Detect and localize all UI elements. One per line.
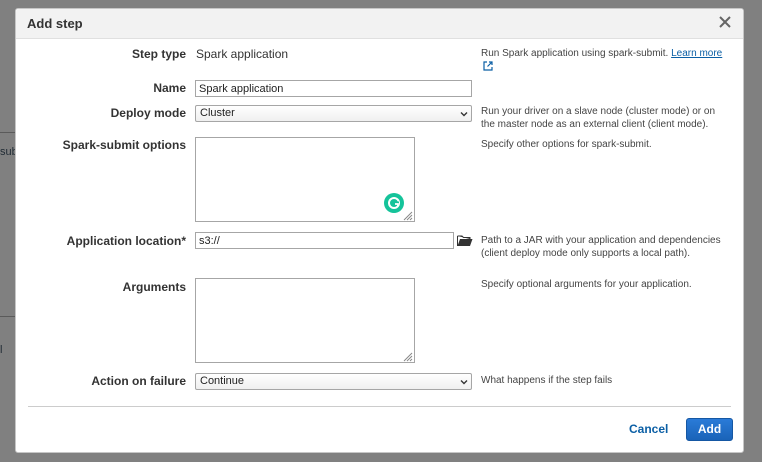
chevron-down-icon	[460, 109, 468, 117]
arguments-help: Specify optional arguments for your appl…	[481, 279, 692, 290]
name-input[interactable]	[195, 80, 472, 97]
dialog-header: Add step	[16, 9, 743, 39]
spark-submit-options-textarea[interactable]	[195, 137, 415, 222]
background-divider	[0, 132, 15, 133]
folder-icon[interactable]	[457, 234, 473, 247]
dialog-title: Add step	[27, 16, 83, 31]
deploy-mode-help: Run your driver on a slave node (cluster…	[481, 106, 716, 130]
step-type-help: Run Spark application using spark-submit…	[481, 47, 731, 75]
step-type-label: Step type	[131, 47, 186, 61]
external-link-icon[interactable]	[483, 61, 493, 75]
deploy-mode-selected: Cluster	[200, 107, 235, 119]
add-button[interactable]: Add	[686, 418, 733, 441]
action-on-failure-selected: Continue	[200, 375, 245, 387]
arguments-label: Arguments	[122, 280, 186, 294]
application-location-help: Path to a JAR with your application and …	[481, 235, 721, 259]
deploy-mode-label: Deploy mode	[110, 106, 186, 120]
resize-handle-icon[interactable]	[401, 208, 413, 221]
background-divider	[0, 316, 15, 317]
step-type-value: Spark application	[196, 47, 289, 61]
spark-submit-options-help: Specify other options for spark-submit.	[481, 139, 652, 150]
footer-divider	[28, 406, 731, 407]
deploy-mode-select[interactable]: Cluster	[195, 105, 472, 122]
action-on-failure-help: What happens if the step fails	[481, 375, 613, 386]
close-icon[interactable]	[717, 13, 733, 31]
step-type-help-text: Run Spark application using spark-submit…	[481, 48, 669, 59]
learn-more-link[interactable]: Learn more	[671, 48, 722, 59]
application-location-label: Application location*	[66, 234, 186, 248]
cancel-button[interactable]: Cancel	[629, 422, 668, 436]
background-text: l	[0, 344, 3, 356]
resize-handle-icon[interactable]	[401, 349, 413, 362]
action-on-failure-label: Action on failure	[91, 374, 186, 388]
add-step-dialog: Add step Step type Spark application Run…	[15, 8, 744, 453]
spark-submit-options-label: Spark-submit options	[62, 138, 186, 152]
application-location-input[interactable]	[195, 232, 454, 249]
chevron-down-icon	[460, 377, 468, 385]
action-on-failure-select[interactable]: Continue	[195, 373, 472, 390]
name-label: Name	[153, 81, 186, 95]
arguments-textarea[interactable]	[195, 278, 415, 363]
